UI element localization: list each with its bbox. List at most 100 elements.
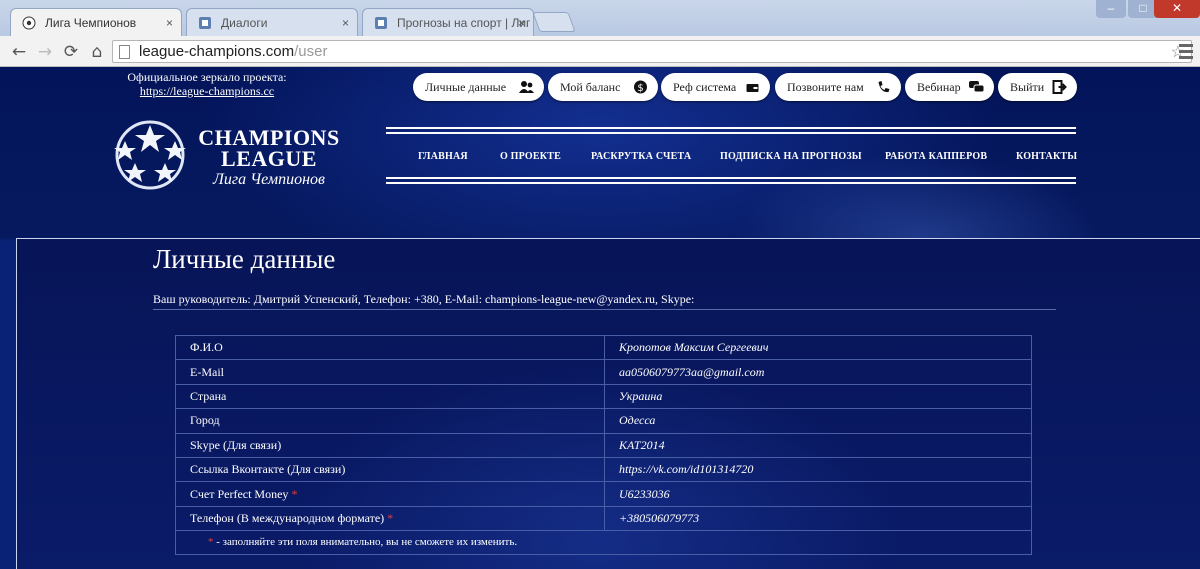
profile-table: Ф.И.О Кропотов Максим Сергеевич E-Mail aa05… [175,334,1032,532]
field-label-text: Ссылка Вконтакте (Для связи) [190,462,346,477]
required-mark: * [208,536,214,549]
table-row: Ссылка Вконтакте (Для связи) https://vk.c… [175,456,1032,483]
field-label: Страна [175,383,605,410]
pill-personal-data[interactable]: Личные данные [413,73,544,101]
field-label-text: Счет Perfect Money [190,486,289,501]
browser-toolbar: ← → ⟳ ⌂ league-champions.com/user ☆ [0,36,1200,67]
reload-icon[interactable]: ⟳ [60,41,82,63]
field-label-text: Skype (Для связи) [190,437,282,452]
champions-league-logo[interactable] [110,119,190,191]
field-label: Телефон (В международном формате) * [175,505,605,532]
nav-subscription[interactable]: ПОДПИСКА НА ПРОГНОЗЫ [720,151,862,162]
field-value: +380506079773 [604,505,1032,532]
field-value: aa0506079773aa@gmail.com [604,359,1032,385]
field-label-text: Ф.И.О [190,340,223,355]
table-row: Счет Perfect Money * U6233036 [175,481,1032,507]
url-text: league-champions.com/user [139,43,328,60]
vk-icon [375,17,387,29]
field-label: Ссылка Вконтакте (Для связи) [175,456,605,483]
pill-label: Выйти [1010,80,1045,94]
mirror-text: Официальное зеркало проекта: [127,70,287,84]
logo-title: CHAMPIONS LEAGUE [198,125,340,171]
browser-menu-icon[interactable] [1177,41,1195,63]
browser-tab-active[interactable]: Лига Чемпионов × [10,8,182,36]
field-value: Украина [604,383,1032,410]
table-row: Страна Украина [175,383,1032,410]
nav-cappers[interactable]: РАБОТА КАППЕРОВ [885,151,987,162]
home-icon[interactable]: ⌂ [86,41,108,63]
manager-info: Ваш руководитель: Дмитрий Успенский, Тел… [153,292,695,306]
field-value: Кропотов Максим Сергеевич [604,334,1032,361]
page-icon [119,45,130,59]
page-title: Личные данные [153,244,336,274]
mirror-link[interactable]: https://league-champions.cc [122,84,292,98]
tab-title: Лига Чемпионов [45,16,137,30]
table-row: E-Mail aa0506079773aa@gmail.com [175,359,1032,385]
pill-label: Позвоните нам [787,80,864,94]
window-close-icon[interactable]: ✕ [1154,0,1200,18]
pill-webinar[interactable]: Вебинар [905,73,994,101]
forward-icon[interactable]: → [34,41,56,63]
pill-label: Реф система [673,80,737,94]
required-note: * - заполняйте эти поля внимательно, вы … [175,531,1032,556]
field-label: Ф.И.О [175,334,605,361]
field-label: E-Mail [175,359,605,385]
pill-logout[interactable]: Выйти [998,73,1077,101]
table-row: Город Одесса [175,408,1032,434]
field-label: Skype (Для связи) [175,432,605,458]
address-bar[interactable]: league-champions.com/user ☆ [112,40,1192,63]
field-value: Одесса [604,408,1032,434]
tab-title: Диалоги [221,16,268,30]
tab-close-icon[interactable]: × [166,9,173,36]
minimize-icon[interactable]: – [1096,0,1126,18]
browser-tabstrip: Лига Чемпионов × Диалоги × Прогнозы на с… [0,0,1200,36]
tab-title: Прогнозы на спорт | Лиг [397,16,531,30]
pill-call-us[interactable]: Позвоните нам [775,73,901,101]
field-label: Город [175,408,605,434]
table-row: Ф.И.О Кропотов Максим Сергеевич [175,334,1032,361]
nav-divider-top [386,127,1076,135]
browser-tab[interactable]: Прогнозы на спорт | Лиг × [362,8,534,36]
nav-contacts[interactable]: КОНТАКТЫ [1016,151,1077,162]
divider [153,309,1056,310]
required-note-text: - заполняйте эти поля внимательно, вы не… [216,536,518,549]
phone-icon [878,81,890,93]
wallet-icon [746,84,759,92]
users-icon [519,81,534,93]
soccer-ball-icon [22,16,36,30]
logout-icon [1052,80,1067,94]
nav-divider-bottom [386,177,1076,185]
main-nav: ГЛАВНАЯ О ПРОЕКТЕ РАСКРУТКА СЧЕТА ПОДПИС… [400,151,1077,167]
svg-text:$: $ [637,83,643,94]
field-label: Счет Perfect Money * [175,481,605,507]
field-value: https://vk.com/id101314720 [604,456,1032,483]
profile-panel: Личные данные Ваш руководитель: Дмитрий … [16,238,1200,569]
field-label-text: Город [190,413,220,428]
mirror-notice: Официальное зеркало проекта: https://lea… [122,70,292,98]
field-value: U6233036 [604,481,1032,507]
tab-close-icon[interactable]: × [518,9,525,36]
browser-tab[interactable]: Диалоги × [186,8,358,36]
back-icon[interactable]: ← [8,41,30,63]
table-row: Телефон (В международном формате) * +3805… [175,505,1032,532]
nav-account-growth[interactable]: РАСКРУТКА СЧЕТА [591,151,691,162]
site-page: Официальное зеркало проекта: https://lea… [0,67,1200,569]
dollar-icon: $ [634,80,647,94]
pill-balance[interactable]: Мой баланс $ [548,73,658,101]
chat-icon [969,81,984,93]
nav-home[interactable]: ГЛАВНАЯ [418,151,468,162]
field-label-text: E-Mail [190,364,224,379]
pill-label: Мой баланс [560,80,621,94]
pill-label: Вебинар [917,80,961,94]
field-label-text: Страна [190,388,227,403]
logo-subtitle: Лига Чемпионов [213,171,325,188]
field-label-text: Телефон (В международном формате) [190,510,385,525]
new-tab-button[interactable] [532,12,576,32]
required-mark: * [387,510,394,525]
pill-ref-system[interactable]: Реф система [661,73,770,101]
profile-table-wrap: Ф.И.О Кропотов Максим Сергеевич E-Mail aa05… [175,334,1032,556]
pill-label: Личные данные [425,80,507,94]
field-value: KAT2014 [604,432,1032,458]
tab-close-icon[interactable]: × [342,9,349,36]
nav-about[interactable]: О ПРОЕКТЕ [500,151,561,162]
